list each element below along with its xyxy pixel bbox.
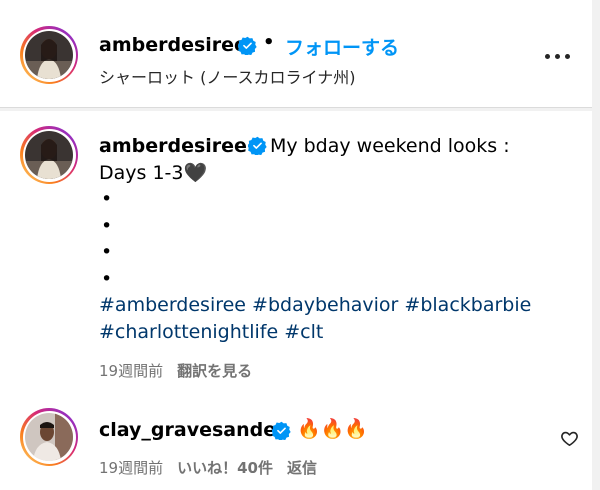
header-username[interactable]: amberdesiree xyxy=(99,34,247,56)
hashtag-link[interactable]: #bdaybehavior xyxy=(252,294,398,316)
caption-profile-photo xyxy=(25,131,73,179)
hashtag-link[interactable]: #amberdesiree xyxy=(99,294,246,316)
caption-avatar[interactable] xyxy=(20,126,78,184)
verified-badge-icon xyxy=(272,421,291,441)
caption-bullet: • xyxy=(101,214,113,237)
comment-text: 🔥🔥🔥 xyxy=(297,418,368,440)
profile-avatar[interactable] xyxy=(20,26,78,84)
caption-bullet: • xyxy=(101,241,113,263)
commenter-photo xyxy=(25,413,73,461)
post-header: amberdesiree • フォローする シャーロット (ノースカロライナ州) xyxy=(0,0,592,108)
hashtag-link[interactable]: #clt xyxy=(284,321,323,343)
hashtag-link[interactable]: #blackbarbie xyxy=(404,294,531,316)
like-heart-icon[interactable] xyxy=(560,429,579,448)
hashtag-line-2: #charlottenightlife #clt xyxy=(99,319,569,346)
comment-meta: 19週間前 いいね！40件 返信 xyxy=(99,457,317,478)
comment-likes-link[interactable]: いいね！40件 xyxy=(177,459,273,477)
caption-text: amberdesiree My bday weekend looks : Day… xyxy=(99,133,569,345)
header-separator: • xyxy=(263,32,275,53)
caption-meta: 19週間前 翻訳を見る xyxy=(99,360,252,381)
profile-photo xyxy=(25,31,73,79)
caption-line2: Days 1-3🖤 xyxy=(99,161,208,184)
translate-button[interactable]: 翻訳を見る xyxy=(177,362,252,380)
hashtag-link[interactable]: #charlottenightlife xyxy=(99,321,278,343)
verified-badge-icon xyxy=(247,136,267,155)
caption-username[interactable]: amberdesiree xyxy=(99,135,247,157)
caption-timestamp[interactable]: 19週間前 xyxy=(99,362,163,380)
reply-button[interactable]: 返信 xyxy=(287,459,317,477)
more-options-icon[interactable] xyxy=(545,54,571,60)
comment-username[interactable]: clay_gravesande xyxy=(99,419,276,441)
follow-button[interactable]: フォローする xyxy=(285,33,399,60)
comment-timestamp[interactable]: 19週間前 xyxy=(99,459,163,477)
caption-bullet: • xyxy=(101,188,113,210)
scrollbar[interactable] xyxy=(592,0,600,490)
hashtag-line-1: #amberdesiree #bdaybehavior #blackbarbie xyxy=(99,292,569,319)
comment-avatar[interactable] xyxy=(20,408,78,466)
caption-line1: My bday weekend looks : xyxy=(269,135,510,157)
caption-bullet: • xyxy=(101,267,113,290)
comments-panel: amberdesiree My bday weekend looks : Day… xyxy=(0,111,592,490)
location-link[interactable]: シャーロット (ノースカロライナ州) xyxy=(99,64,355,88)
verified-badge-icon xyxy=(238,36,257,56)
